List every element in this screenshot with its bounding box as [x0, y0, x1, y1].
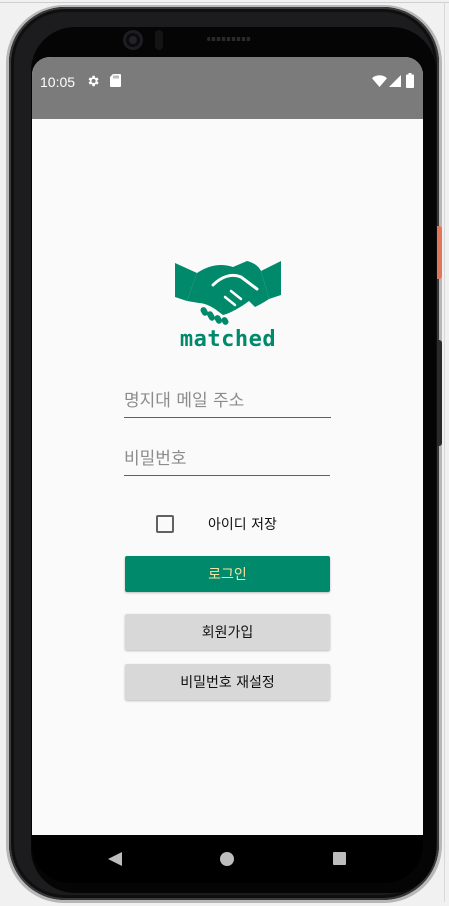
- home-icon[interactable]: [220, 852, 234, 866]
- login-button[interactable]: 로그인: [125, 556, 330, 592]
- recents-icon[interactable]: [333, 852, 346, 865]
- sd-card-icon: [110, 74, 121, 87]
- wifi-icon: [372, 75, 387, 87]
- gear-icon: [88, 75, 99, 87]
- navigation-bar: [32, 835, 423, 883]
- email-field[interactable]: [124, 383, 331, 418]
- battery-icon: [406, 73, 414, 88]
- save-id-label: 아이디 저장: [208, 517, 277, 533]
- signup-button[interactable]: 회원가입: [125, 614, 330, 650]
- back-icon[interactable]: [108, 852, 122, 866]
- status-bar: 10:05: [32, 57, 423, 119]
- app-screen: 10:05 matched 명지대 메일 주소 아이디 저장 로그인 회원가입 …: [32, 57, 423, 835]
- email-input[interactable]: [124, 391, 329, 411]
- signal-icon: [389, 75, 401, 87]
- save-id-checkbox[interactable]: [156, 515, 174, 533]
- power-button[interactable]: [437, 226, 442, 279]
- reset-password-button[interactable]: 비밀번호 재설정: [125, 664, 330, 700]
- app-logo-text: matched: [179, 327, 277, 352]
- front-camera: [123, 30, 143, 50]
- status-time: 10:05: [40, 74, 76, 90]
- earpiece-speaker: [207, 37, 251, 41]
- password-field[interactable]: [124, 441, 330, 476]
- password-input[interactable]: [124, 449, 329, 469]
- window-top-border: [0, 2, 449, 3]
- volume-button[interactable]: [437, 340, 442, 446]
- proximity-sensor: [155, 30, 163, 50]
- window-right-border: [444, 2, 445, 902]
